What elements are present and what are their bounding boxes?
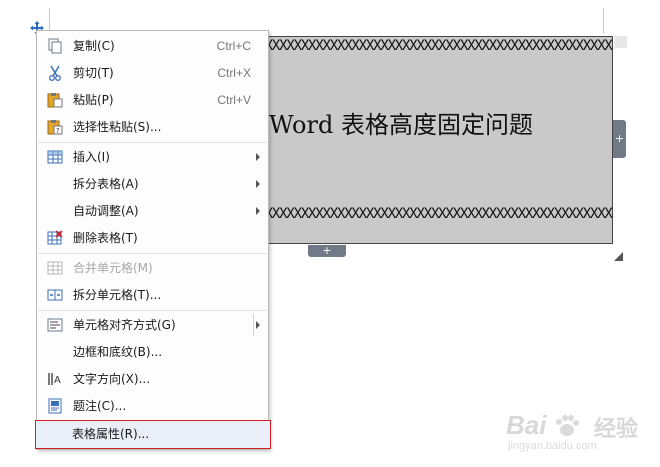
menu-item-cell-alignment[interactable]: 单元格对齐方式(G) xyxy=(38,312,267,338)
menu-item-cut[interactable]: 剪切(T) Ctrl+X xyxy=(38,60,267,86)
menu-item-label: 删除表格(T) xyxy=(73,231,138,245)
menu-item-split-cells[interactable]: 拆分单元格(T)... xyxy=(38,282,267,308)
menu-item-label: 剪切(T) xyxy=(73,66,114,80)
menu-item-paste-special[interactable]: ? 选择性粘贴(S)... xyxy=(38,114,267,140)
menu-item-label: 选择性粘贴(S)... xyxy=(73,120,162,134)
submenu-arrow-icon xyxy=(256,180,260,188)
menu-item-insert[interactable]: 插入(I) xyxy=(38,144,267,170)
menu-separator xyxy=(38,142,267,143)
merge-cells-icon xyxy=(47,260,63,276)
menu-item-paste[interactable]: 粘贴(P) Ctrl+V xyxy=(38,87,267,113)
menu-item-delete-table[interactable]: 删除表格(T) xyxy=(38,225,267,251)
scissors-icon xyxy=(47,65,63,81)
insert-table-icon xyxy=(47,149,63,165)
watermark-url: jingyan.baidu.com xyxy=(508,440,597,452)
menu-item-copy[interactable]: 复制(C) Ctrl+C xyxy=(38,33,267,59)
paste-special-icon: ? xyxy=(47,119,63,135)
menu-item-borders-shading[interactable]: 边框和底纹(B)... xyxy=(38,339,267,365)
menu-item-label: 单元格对齐方式(G) xyxy=(73,318,176,332)
add-column-button[interactable]: + xyxy=(613,120,626,158)
menu-item-autofit[interactable]: 自动调整(A) xyxy=(38,198,267,224)
menu-item-caption[interactable]: 题注(C)... xyxy=(38,393,267,419)
paste-icon xyxy=(47,92,63,108)
menu-item-label: 题注(C)... xyxy=(73,399,127,413)
table-title-text: Word 表格高度固定问题 xyxy=(269,111,533,139)
menu-separator xyxy=(38,310,267,311)
cell-align-icon xyxy=(47,317,63,333)
menu-item-label: 自动调整(A) xyxy=(73,204,139,218)
table-resize-handle-icon[interactable] xyxy=(614,246,623,261)
menu-item-label: 拆分表格(A) xyxy=(73,177,139,191)
menu-item-label: 粘贴(P) xyxy=(73,93,114,107)
add-row-button[interactable]: + xyxy=(308,245,346,257)
watermark-brand: Bai xyxy=(506,410,547,440)
menu-item-label: 拆分单元格(T)... xyxy=(73,288,162,302)
menu-item-label: 表格属性(R)... xyxy=(72,427,150,441)
baidu-jingyan-watermark: Bai 经验 jingyan.baidu.com xyxy=(506,410,646,458)
context-menu: 复制(C) Ctrl+C 剪切(T) Ctrl+X 粘贴(P) Ctrl+V ?… xyxy=(35,30,271,450)
menu-item-table-properties[interactable]: 表格属性(R)... xyxy=(35,420,271,449)
page-margin-line-right xyxy=(603,8,604,34)
copy-icon xyxy=(47,38,63,54)
table-edge-marker xyxy=(614,36,627,48)
menu-item-shortcut: Ctrl+V xyxy=(217,93,251,107)
table-x-row-top: XXXXXXXXXXXXXXXXXXXXXXXXXXXXXXXXXXXXXXXX… xyxy=(243,39,612,53)
table-x-row-bottom: XXXXXXXXXXXXXXXXXXXXXXXXXXXXXXXXXXXXXXXX… xyxy=(243,207,612,221)
submenu-arrow-icon xyxy=(256,321,260,329)
submenu-arrow-icon xyxy=(256,207,260,215)
delete-table-icon xyxy=(47,230,63,246)
menu-item-shortcut: Ctrl+C xyxy=(216,39,251,53)
submenu-split-divider xyxy=(253,314,254,336)
menu-item-merge-cells[interactable]: 合并单元格(M) xyxy=(38,255,267,281)
submenu-arrow-icon xyxy=(256,153,260,161)
caption-icon xyxy=(47,398,63,414)
svg-text:?: ? xyxy=(56,127,60,135)
document-table[interactable]: XXXXXXXXXXXXXXXXXXXXXXXXXXXXXXXXXXXXXXXX… xyxy=(242,36,613,244)
menu-item-text-direction[interactable]: A 文字方向(X)... xyxy=(38,366,267,392)
svg-text:A: A xyxy=(54,375,61,386)
split-cells-icon xyxy=(47,287,63,303)
menu-item-split-table[interactable]: 拆分表格(A) xyxy=(38,171,267,197)
paw-logo-icon xyxy=(554,414,580,442)
menu-item-label: 文字方向(X)... xyxy=(73,372,151,386)
watermark-brand-suffix: 经验 xyxy=(594,417,639,442)
menu-item-label: 边框和底纹(B)... xyxy=(73,345,163,359)
menu-item-shortcut: Ctrl+X xyxy=(217,66,251,80)
menu-separator xyxy=(38,253,267,254)
menu-item-label: 复制(C) xyxy=(73,39,115,53)
menu-item-label: 插入(I) xyxy=(73,150,110,164)
text-direction-icon: A xyxy=(47,371,63,387)
menu-item-label: 合并单元格(M) xyxy=(73,261,153,275)
